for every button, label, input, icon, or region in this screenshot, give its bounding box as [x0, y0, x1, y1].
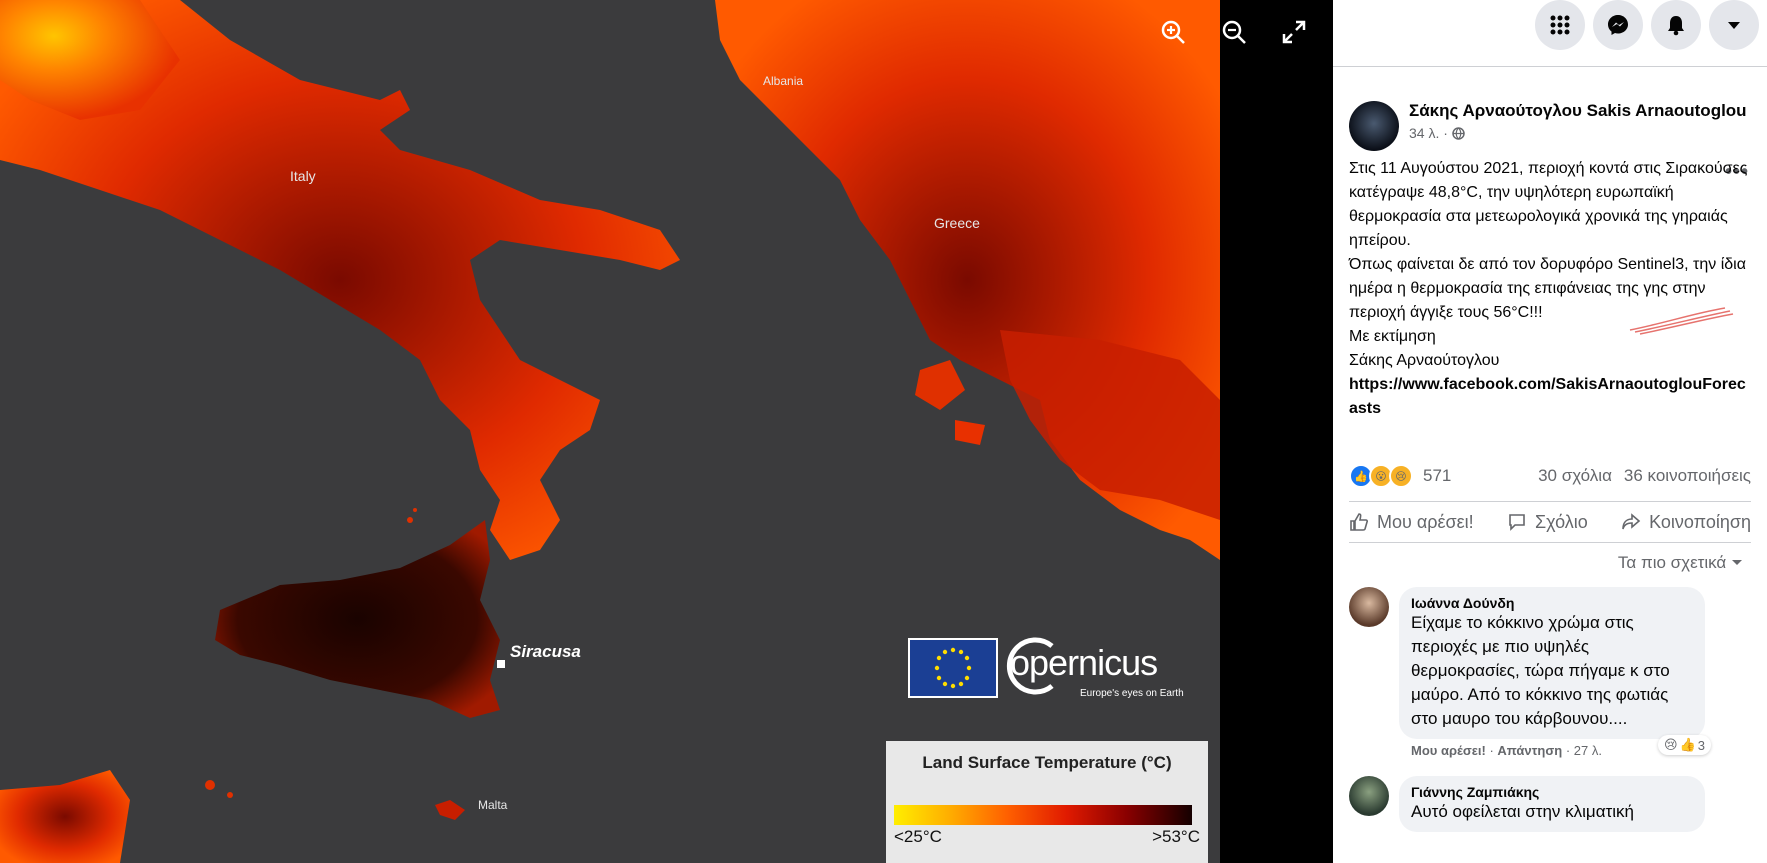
sad-reaction-icon: 😢 — [1389, 464, 1413, 488]
comment-icon — [1509, 514, 1525, 531]
like-reaction-icon: 👍 — [1679, 737, 1696, 752]
menu-button[interactable] — [1535, 0, 1585, 50]
label-siracusa: Siracusa — [510, 642, 581, 661]
eu-flag-icon — [908, 638, 998, 698]
comment: Γιάννης Ζαμπιάκης Αυτό οφείλεται στην κλ… — [1333, 776, 1767, 832]
comment-text: Αυτό οφείλεται στην κλιματική — [1411, 802, 1634, 821]
comment-sort[interactable]: Τα πιο σχετικά — [1349, 543, 1751, 573]
post-text: Στις 11 Αυγούστου 2021, περιοχή κοντά στ… — [1349, 157, 1753, 421]
label-greece: Greece — [934, 215, 980, 231]
comment-bubble: Γιάννης Ζαμπιάκης Αυτό οφείλεται στην κλ… — [1399, 776, 1705, 832]
top-bar — [1333, 0, 1767, 50]
post-paragraph-4: Σάκης Αρναούτογλου — [1349, 352, 1500, 369]
label-italy: Italy — [290, 168, 316, 184]
grid-menu-icon — [1550, 15, 1570, 35]
account-button[interactable] — [1709, 0, 1759, 50]
copernicus-wordmark: opernicus — [1010, 642, 1158, 683]
reactions-count[interactable]: 571 — [1423, 466, 1451, 486]
zoom-in-icon — [1161, 20, 1185, 44]
author-name[interactable]: Σάκης Αρναούτογλου Sakis Arnaoutoglou — [1409, 99, 1751, 123]
comment-text: Είχαμε το κόκκινο χρώμα στις περιοχές με… — [1411, 613, 1670, 728]
comment-reactions[interactable]: 😢 👍 3 — [1658, 735, 1711, 755]
globe-icon — [1452, 126, 1465, 140]
post-meta: 34 λ. · — [1409, 125, 1751, 141]
comment-label: Σχόλιο — [1535, 511, 1588, 532]
comment-reply-link[interactable]: Απάντηση — [1497, 743, 1562, 758]
thumbs-up-icon — [1350, 513, 1368, 531]
post-sidebar: Σάκης Αρναούτογλου Sakis Arnaoutoglou 34… — [1333, 0, 1767, 863]
sicily-landmass — [215, 520, 500, 718]
reaction-icons[interactable]: 👍 😮 😢 — [1349, 464, 1413, 488]
label-albania: Albania — [763, 74, 804, 88]
like-button[interactable]: Μου αρέσει! — [1349, 512, 1474, 533]
share-icon — [1622, 513, 1641, 530]
fullscreen-icon — [1282, 20, 1306, 44]
post-link[interactable]: https://www.facebook.com/SakisArnaoutogl… — [1349, 373, 1753, 421]
messenger-button[interactable] — [1593, 0, 1643, 50]
chevron-down-icon — [1732, 560, 1742, 565]
temperature-legend: Land Surface Temperature (°C) <25°C >53°… — [886, 741, 1208, 863]
messenger-icon — [1608, 15, 1628, 35]
share-label: Κοινοποίηση — [1649, 511, 1751, 532]
comment-avatar[interactable] — [1349, 587, 1389, 627]
shares-count[interactable]: 36 κοινοποιήσεις — [1624, 466, 1751, 486]
post-paragraph-1: Στις 11 Αυγούστου 2021, περιοχή κοντά στ… — [1349, 160, 1752, 249]
comments-count[interactable]: 30 σχόλια — [1538, 466, 1612, 486]
reactions-bar: 👍 😮 😢 571 30 σχόλια 36 κοινοποιήσεις — [1349, 451, 1751, 501]
like-label: Μου αρέσει! — [1377, 511, 1474, 532]
fullscreen-button[interactable] — [1278, 16, 1310, 48]
comment-author[interactable]: Γιάννης Ζαμπιάκης — [1411, 784, 1693, 800]
copernicus-logo: opernicus Europe's eyes on Earth — [908, 634, 1188, 702]
comment-avatar[interactable] — [1349, 776, 1389, 816]
post: Σάκης Αρναούτογλου Sakis Arnaoutoglou 34… — [1333, 67, 1767, 573]
label-malta: Malta — [478, 798, 508, 812]
post-time[interactable]: 34 λ. · — [1409, 125, 1448, 141]
zoom-out-icon — [1222, 20, 1246, 44]
sad-reaction-icon: 😢 — [1664, 737, 1678, 752]
malta-landmass — [435, 800, 465, 820]
comment-time[interactable]: · 27 λ. — [1566, 743, 1602, 758]
sort-label: Τα πιο σχετικά — [1617, 553, 1727, 572]
comment: Ιωάννα Δούνδη Είχαμε το κόκκινο χρώμα στ… — [1333, 587, 1767, 758]
bell-icon — [1668, 16, 1684, 36]
photo-viewer: Italy Albania Greece Siracusa Malta oper… — [0, 0, 1333, 863]
notifications-button[interactable] — [1651, 0, 1701, 50]
zoom-out-button[interactable] — [1218, 16, 1250, 48]
legend-title: Land Surface Temperature (°C) — [922, 753, 1172, 772]
post-header: Σάκης Αρναούτογλου Sakis Arnaoutoglou 34… — [1349, 67, 1751, 151]
land-temperature-map — [0, 0, 1220, 863]
zoom-in-button[interactable] — [1157, 16, 1189, 48]
caret-down-icon — [1728, 22, 1740, 29]
copernicus-tagline: Europe's eyes on Earth — [1080, 688, 1184, 699]
comment-reaction-count: 3 — [1697, 737, 1705, 753]
comment-bubble: Ιωάννα Δούνδη Είχαμε το κόκκινο χρώμα στ… — [1399, 587, 1711, 755]
red-scribble-icon — [1629, 307, 1734, 335]
post-actions: Μου αρέσει! Σχόλιο Κοινοποίηση — [1349, 501, 1751, 543]
legend-color-scale — [894, 805, 1192, 825]
share-button[interactable]: Κοινοποίηση — [1621, 512, 1751, 533]
satellite-map-image: Italy Albania Greece Siracusa Malta oper… — [0, 0, 1220, 863]
siracusa-marker — [497, 660, 505, 668]
comment-like-link[interactable]: Μου αρέσει! — [1411, 743, 1486, 758]
comment-button[interactable]: Σχόλιο — [1507, 512, 1588, 533]
comment-author[interactable]: Ιωάννα Δούνδη — [1411, 595, 1693, 611]
legend-max: >53°C — [1152, 827, 1200, 846]
legend-min: <25°C — [894, 827, 942, 846]
author-avatar[interactable] — [1349, 101, 1399, 151]
